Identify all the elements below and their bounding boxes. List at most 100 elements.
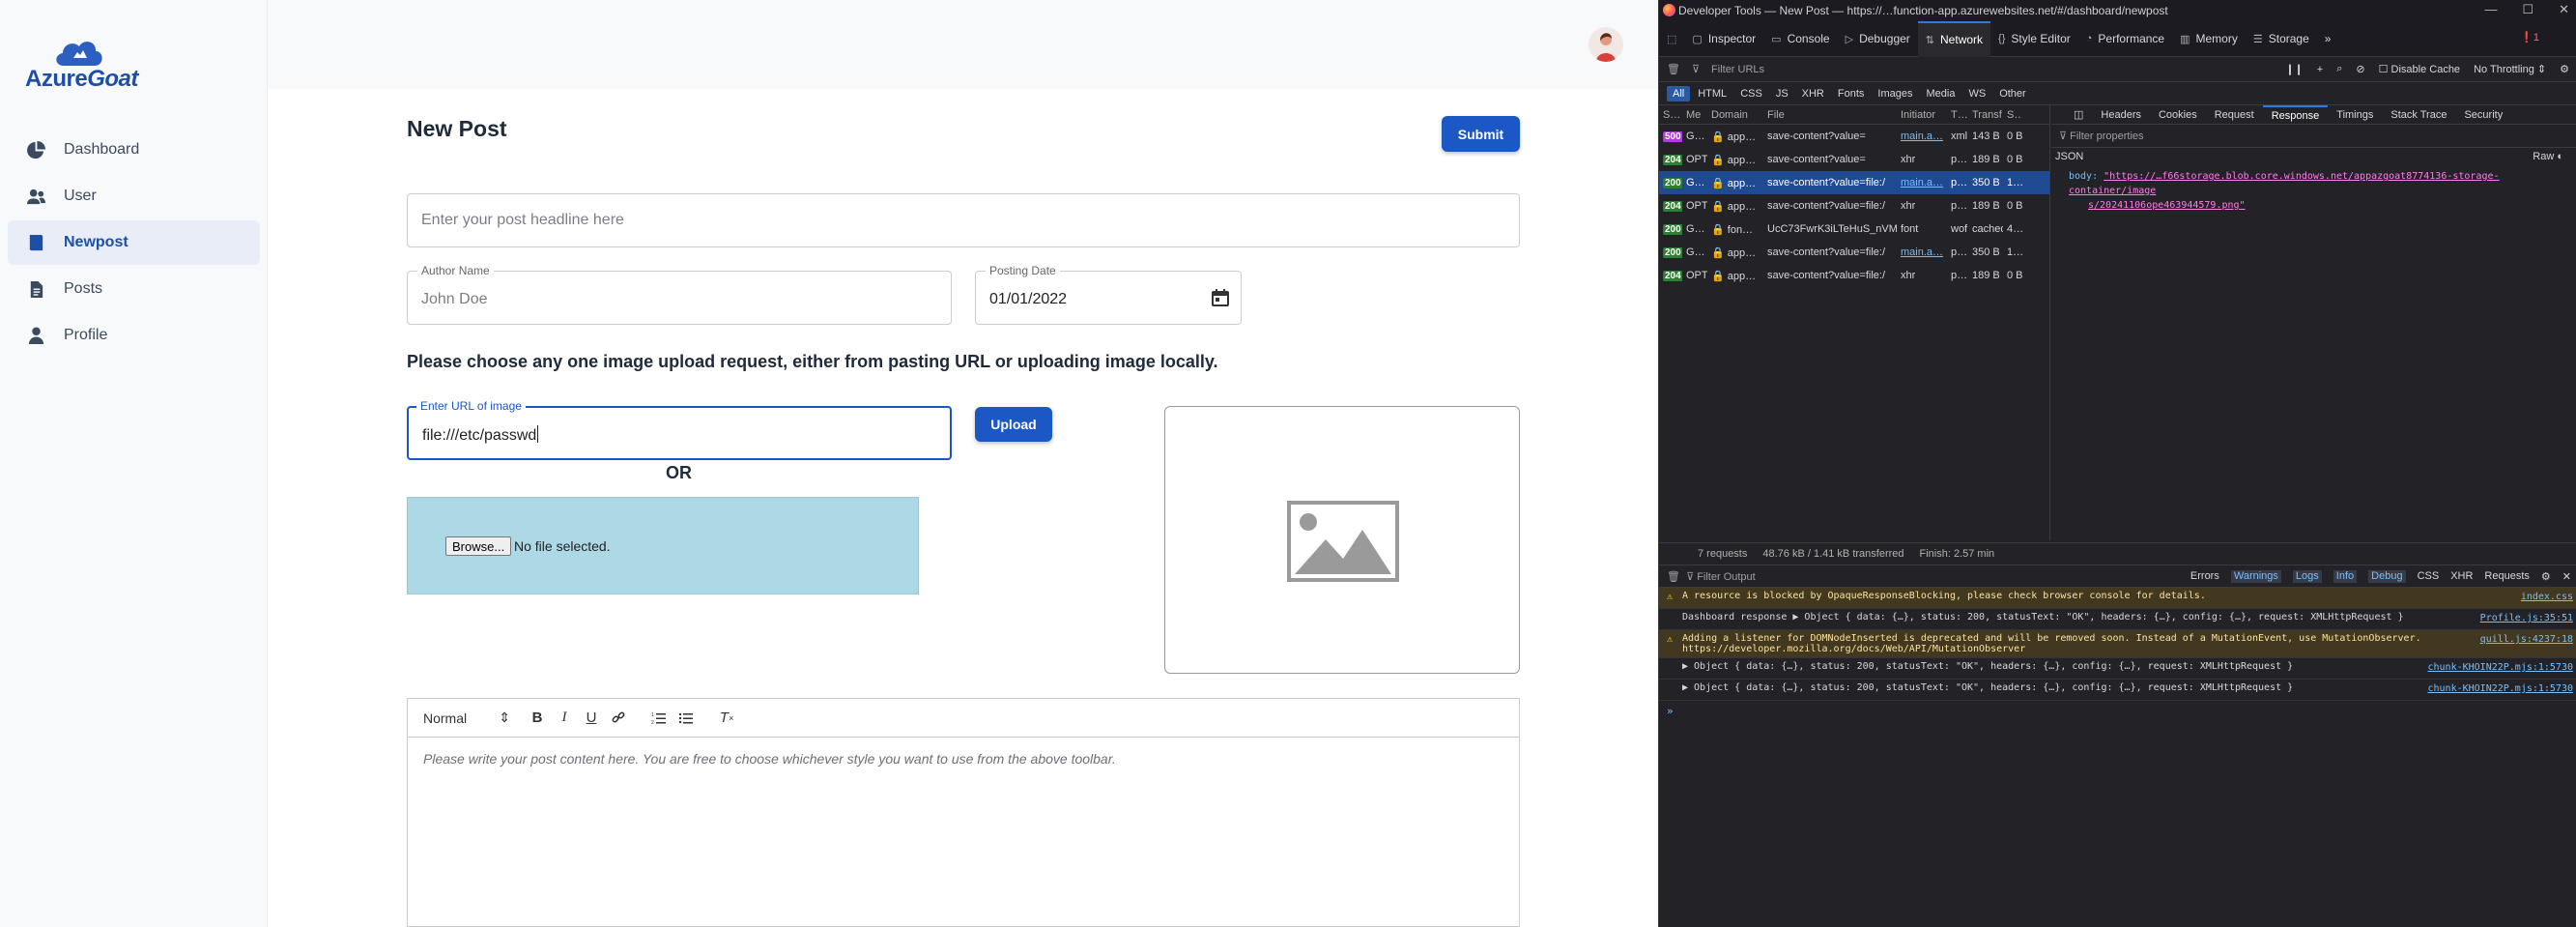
type-filter-html[interactable]: HTML [1692, 86, 1732, 101]
level-requests[interactable]: Requests [2484, 570, 2529, 583]
tab-response[interactable]: Response [2262, 104, 2329, 125]
close-icon[interactable]: ✕ [2562, 570, 2571, 583]
ordered-list-icon[interactable]: 12 [645, 707, 673, 730]
initiator-link[interactable]: main.a… [1901, 246, 1943, 258]
json-value-continued[interactable]: s/20241106oрe463944579.png" [2088, 200, 2246, 211]
column-header-initiator[interactable]: Initiator [1897, 109, 1947, 121]
close-icon[interactable]: ✕ [2559, 2, 2569, 17]
tab-memory[interactable]: ▥ Memory [2172, 21, 2246, 57]
format-select[interactable]: Normal ⇕ [423, 710, 524, 726]
level-errors[interactable]: Errors [2190, 570, 2219, 583]
level-logs[interactable]: Logs [2292, 570, 2322, 583]
underline-icon[interactable]: U [578, 707, 605, 730]
throttling-select[interactable]: No Throttling ⇕ [2474, 63, 2546, 75]
request-row[interactable]: 200 G… 🔒 app… save-content?value=file:/ main… [1659, 171, 2049, 194]
column-header-domain[interactable]: Domain [1707, 109, 1763, 121]
request-row[interactable]: 204 OPT 🔒 app… save-content?value=file:/ xhr… [1659, 264, 2049, 287]
author-field[interactable]: Author Name [407, 264, 952, 325]
json-value[interactable]: "https://…f66storage.blob.core.windows.n… [2069, 171, 2500, 196]
error-count-badge[interactable]: ❗1 [2520, 31, 2539, 43]
trash-icon[interactable]: 🗑 [1667, 63, 1680, 75]
pause-icon[interactable]: ❙❙ [2285, 63, 2303, 75]
console-warning[interactable]: ⚠ Adding a listener for DOMNodeInserted i… [1659, 630, 2576, 658]
maximize-icon[interactable]: ☐ [2522, 2, 2533, 17]
image-url-value[interactable]: file:///etc/passwd [422, 425, 539, 445]
type-filter-fonts[interactable]: Fonts [1832, 86, 1871, 101]
column-header-type[interactable]: T… [1947, 109, 1968, 121]
local-upload-area[interactable]: Browse... No file selected. [407, 497, 919, 594]
tab-security[interactable]: Security [2455, 105, 2511, 125]
editor-placeholder[interactable]: Please write your post content here. You… [408, 738, 1519, 780]
tab-debugger[interactable]: ▷ Debugger [1838, 21, 1918, 57]
tab-inspector[interactable]: ▢ Inspector [1684, 21, 1763, 57]
column-header-method[interactable]: Me [1682, 109, 1707, 121]
submit-button[interactable]: Submit [1442, 116, 1520, 152]
posting-date-field[interactable]: Posting Date [975, 264, 1242, 325]
tab-timings[interactable]: Timings [2328, 105, 2382, 125]
type-filter-images[interactable]: Images [1872, 86, 1918, 101]
type-filter-all[interactable]: All [1667, 85, 1691, 101]
settings-icon[interactable]: ⚙ [2560, 63, 2569, 75]
tab-performance[interactable]: ◔ Performance [2078, 21, 2172, 57]
tab-style-editor[interactable]: {} Style Editor [1990, 21, 2078, 57]
console-source-link[interactable]: chunk-KHOIN22P.mjs:1:5730 [2427, 662, 2573, 673]
bold-icon[interactable]: B [524, 707, 551, 730]
sidebar-item-dashboard[interactable]: Dashboard [8, 128, 260, 172]
bullet-list-icon[interactable] [673, 707, 700, 730]
type-filter-xhr[interactable]: XHR [1796, 86, 1830, 101]
settings-icon[interactable]: ⚙ [2541, 570, 2551, 583]
italic-icon[interactable]: I [551, 707, 578, 730]
json-body-line[interactable]: body: "https://…f66storage.blob.core.win… [2069, 169, 2576, 198]
panel-toggle-icon[interactable]: ◫ [2065, 105, 2092, 125]
console-source-link[interactable]: chunk-KHOIN22P.mjs:1:5730 [2427, 683, 2573, 694]
console-source-link[interactable]: index.css [2521, 592, 2573, 602]
avatar[interactable] [1589, 27, 1623, 62]
azuregoat-logo[interactable]: AzureGoat [25, 33, 141, 92]
block-icon[interactable]: ⊘ [2356, 63, 2364, 75]
upload-button[interactable]: Upload [975, 407, 1052, 442]
console-source-link[interactable]: Profile.js:35:51 [2480, 613, 2573, 623]
column-header-status[interactable]: S… [1659, 109, 1682, 121]
headline-field[interactable] [407, 193, 1520, 247]
console-warning[interactable]: ⚠ A resource is blocked by OpaqueResponse… [1659, 588, 2576, 609]
tab-storage[interactable]: ☰ Storage [2246, 21, 2317, 57]
clear-format-icon[interactable]: T × [713, 707, 740, 730]
headline-input[interactable] [408, 194, 1519, 246]
tab-console[interactable]: ▭ Console [1763, 21, 1837, 57]
request-row[interactable]: 204 OPT 🔒 app… save-content?value= xhr p… 189 … [1659, 148, 2049, 171]
more-tabs-icon[interactable]: » [2317, 21, 2339, 57]
sidebar-item-profile[interactable]: Profile [8, 313, 260, 358]
trash-icon[interactable]: 🗑 [1667, 570, 1686, 583]
type-filter-other[interactable]: Other [1993, 86, 2032, 101]
tab-cookies[interactable]: Cookies [2150, 105, 2206, 125]
request-row[interactable]: 204 OPT 🔒 app… save-content?value=file:/ xhr… [1659, 194, 2049, 217]
initiator-link[interactable]: main.a… [1901, 177, 1943, 188]
filter-output-input[interactable]: Filter Output [1697, 571, 1756, 583]
type-filter-js[interactable]: JS [1770, 86, 1794, 101]
type-filter-ws[interactable]: WS [1962, 86, 1991, 101]
console-source-link[interactable]: quill.js:4237:18 [2480, 634, 2573, 645]
level-xhr[interactable]: XHR [2450, 570, 2473, 583]
sidebar-item-newpost[interactable]: Newpost [8, 220, 260, 265]
search-icon[interactable]: ⌕ [2336, 63, 2342, 75]
request-row[interactable]: 500 G… 🔒 app… save-content?value= main.a… xml… [1659, 125, 2049, 148]
column-header-size[interactable]: S… [2003, 109, 2022, 121]
add-icon[interactable]: + [2317, 64, 2323, 75]
initiator-link[interactable]: main.a… [1901, 130, 1943, 142]
level-info[interactable]: Info [2333, 570, 2358, 583]
image-url-field[interactable]: Enter URL of image file:///etc/passwd [407, 399, 952, 460]
column-header-file[interactable]: File [1763, 109, 1897, 121]
level-debug[interactable]: Debug [2368, 570, 2406, 583]
request-row[interactable]: 200 G… 🔒 fon… UcC73FwrK3iLTeHuS_nVM font wof c… [1659, 217, 2049, 241]
filter-urls-input[interactable]: Filter URLs [1711, 64, 1764, 75]
console-log[interactable]: ▶ Object { data: {…}, status: 200, statu… [1659, 658, 2576, 680]
column-header-transferred[interactable]: Transf… [1968, 109, 2003, 121]
console-log[interactable]: Dashboard response ▶ Object { data: {…},… [1659, 609, 2576, 630]
console-log[interactable]: ▶ Object { data: {…}, status: 200, statu… [1659, 680, 2576, 701]
request-row[interactable]: 200 G… 🔒 app… save-content?value=file:/ main… [1659, 241, 2049, 264]
disable-cache-checkbox[interactable]: ☐ Disable Cache [2379, 63, 2460, 75]
tab-network[interactable]: ⇅ Network [1917, 20, 1991, 57]
posting-date-input[interactable] [976, 272, 1241, 324]
link-icon[interactable] [605, 707, 632, 730]
browse-button[interactable]: Browse... [445, 536, 512, 556]
